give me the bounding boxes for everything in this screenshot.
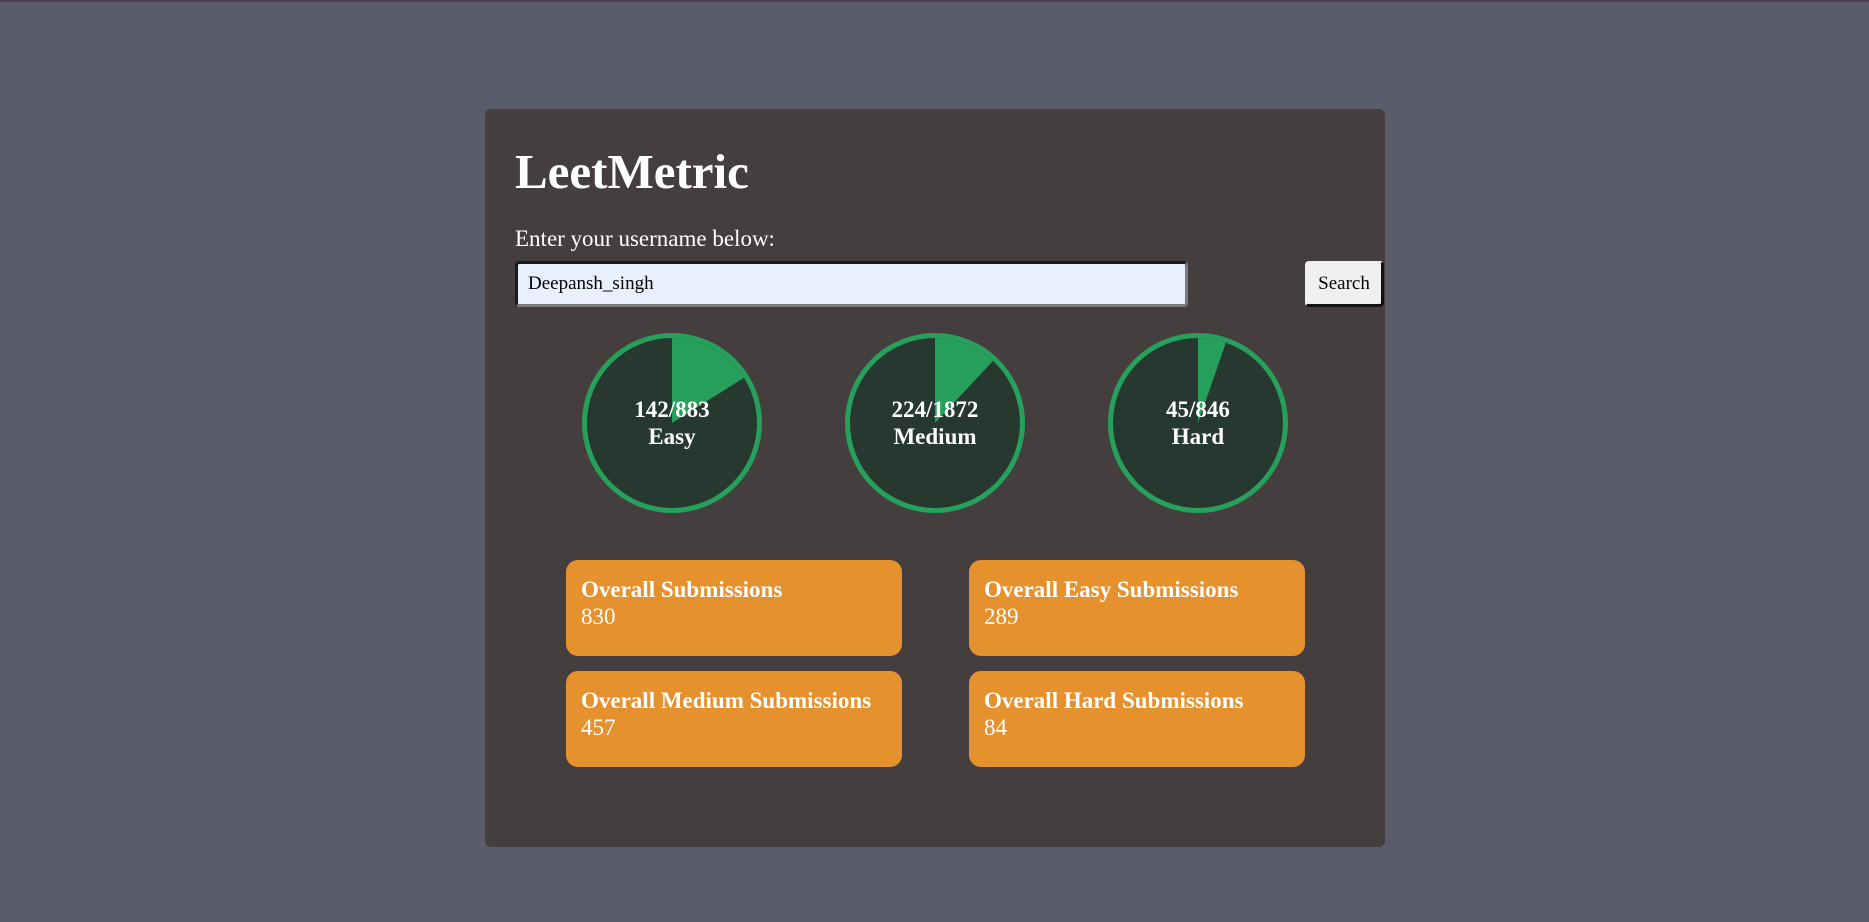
progress-section: 142/883 Easy 224/1872 Medium 45/846 Hard	[485, 333, 1385, 515]
search-row: Search	[515, 261, 1384, 307]
easy-progress-count: 142/883	[634, 397, 710, 422]
medium-progress-label: Medium	[893, 424, 977, 449]
hard-progress-count: 45/846	[1166, 397, 1230, 422]
hard-progress-circle: 45/846 Hard	[1108, 333, 1288, 513]
medium-progress-circle: 224/1872 Medium	[845, 333, 1025, 513]
stat-title: Overall Hard Submissions	[984, 688, 1244, 713]
stat-card-hard: Overall Hard Submissions 84	[969, 671, 1305, 767]
stat-title: Overall Medium Submissions	[581, 688, 872, 713]
stat-value: 457	[581, 715, 616, 740]
stat-card-easy: Overall Easy Submissions 289	[969, 560, 1305, 656]
easy-progress-label: Easy	[648, 424, 696, 449]
medium-progress-count: 224/1872	[891, 397, 979, 422]
stat-title: Overall Submissions	[581, 577, 783, 602]
main-container: LeetMetric Enter your username below: Se…	[485, 109, 1385, 847]
stat-title: Overall Easy Submissions	[984, 577, 1239, 602]
username-input[interactable]	[515, 261, 1188, 307]
username-prompt: Enter your username below:	[515, 226, 775, 251]
stat-card-medium: Overall Medium Submissions 457	[566, 671, 902, 767]
page-title: LeetMetric	[515, 144, 749, 199]
stat-value: 289	[984, 604, 1019, 629]
stat-card-overall: Overall Submissions 830	[566, 560, 902, 656]
search-button[interactable]: Search	[1305, 261, 1384, 307]
easy-progress-circle: 142/883 Easy	[582, 333, 762, 513]
stat-value: 84	[984, 715, 1007, 740]
stat-value: 830	[581, 604, 616, 629]
hard-progress-label: Hard	[1171, 424, 1225, 449]
